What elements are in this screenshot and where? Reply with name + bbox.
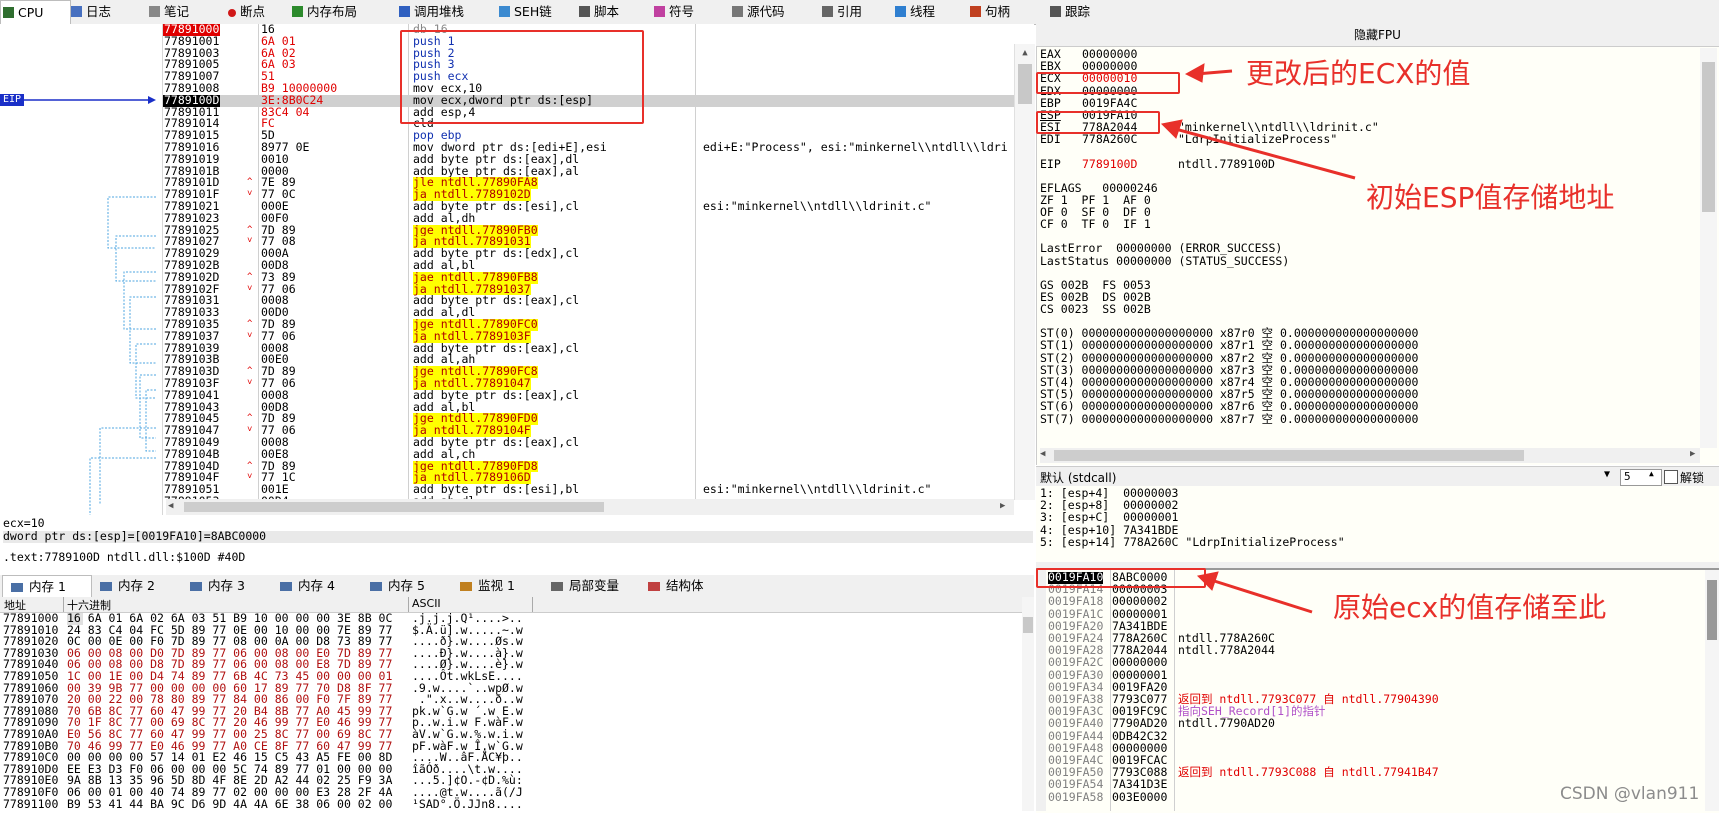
original-ecx-note: 原始ecx的值存储至此 (1333, 591, 1607, 624)
watermark-text: CSDN @vlan911 (1560, 784, 1700, 804)
initial-esp-note: 初始ESP值存储地址 (1366, 181, 1615, 214)
ecx-change-note: 更改后的ECX的值 (1246, 57, 1471, 90)
annotation-arrows (1160, 63, 1356, 614)
